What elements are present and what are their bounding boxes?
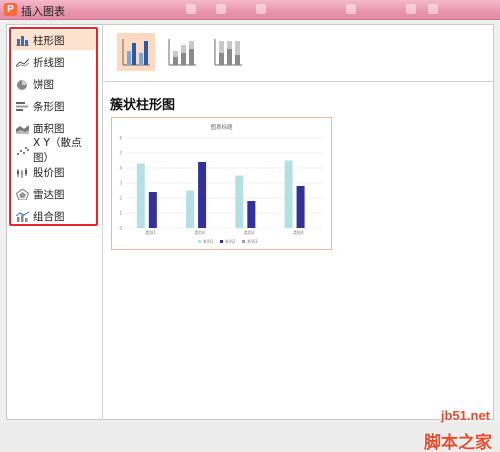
subtype-clustered-column[interactable] [117, 33, 155, 71]
preview-x-tick-label: 类别3 [244, 229, 255, 235]
preview-bar [235, 175, 244, 228]
preview-y-tick-label: 6 [119, 136, 122, 141]
watermark-site: 脚本之家 [424, 433, 492, 452]
scatter-chart-icon [17, 146, 29, 155]
blurred-toolbar-icon [406, 4, 416, 14]
chart-type-list: 柱形图折线图饼图条形图面积图 X Y（散点图） 股价图雷达图组合图 [9, 27, 98, 226]
subtype-heading: 簇状柱形图 [110, 98, 176, 113]
blurred-toolbar-icon [216, 4, 226, 14]
window-title: 插入图表 [21, 5, 65, 18]
app-logo: P [4, 3, 17, 16]
vertical-divider [102, 25, 103, 419]
combo-chart-icon [16, 211, 29, 222]
chart-type-label: 面积图 [33, 122, 65, 135]
preview-legend-label: 系列2 [225, 238, 236, 244]
preview-x-tick-label: 类别4 [293, 229, 304, 235]
preview-bar [284, 160, 293, 228]
preview-y-tick-label: 5 [119, 151, 122, 156]
column-chart-icon [16, 35, 29, 46]
preview-bar [247, 201, 256, 228]
subtype-stacked-column[interactable] [163, 33, 201, 71]
blurred-toolbar-icon [186, 4, 196, 14]
chart-type-item[interactable]: 柱形图 [13, 30, 95, 50]
preview-legend-swatch [220, 240, 223, 243]
chart-type-item[interactable]: 饼图 [13, 74, 95, 94]
chart-type-label: 雷达图 [33, 188, 65, 201]
percent-stacked-column-icon [214, 39, 242, 66]
chart-type-item[interactable]: 条形图 [13, 96, 95, 116]
blurred-toolbar-icon [256, 4, 266, 14]
preview-x-tick-label: 类别2 [195, 229, 206, 235]
preview-bar [148, 192, 157, 228]
horizontal-divider [103, 81, 494, 82]
insert-chart-dialog: 柱形图折线图饼图条形图面积图 X Y（散点图） 股价图雷达图组合图 [6, 24, 494, 420]
chart-type-label: 折线图 [33, 56, 65, 69]
pie-chart-icon [17, 79, 27, 90]
radar-chart-icon [16, 188, 29, 200]
line-chart-icon [16, 58, 29, 67]
watermark-url: jb51.net [440, 408, 490, 423]
preview-y-tick-label: 3 [119, 181, 122, 186]
chart-type-item[interactable]: 股价图 [13, 162, 95, 182]
preview-chart-svg: 图表标题 0 1 2 3 4 5 6 类别1 类别2 类别3 类别4 系列1 系列2 系列3 [119, 123, 323, 244]
preview-legend-swatch [242, 240, 245, 243]
stock-chart-icon [17, 167, 27, 178]
chart-type-label: 柱形图 [33, 34, 65, 47]
preview-bar [186, 190, 195, 228]
stacked-column-icon [168, 39, 196, 66]
chart-type-label: 组合图 [33, 210, 65, 223]
preview-legend-label: 系列3 [247, 238, 258, 244]
clustered-column-icon [122, 39, 150, 66]
title-bar: P 插入图表 [0, 0, 500, 20]
preview-y-tick-label: 1 [119, 211, 122, 216]
preview-bar [296, 186, 305, 228]
chart-type-item[interactable]: 折线图 [13, 52, 95, 72]
chart-type-label: 条形图 [33, 100, 65, 113]
preview-bar [136, 163, 145, 228]
chart-type-label: X Y（散点图） [33, 137, 82, 164]
chart-type-item[interactable]: X Y（散点图） [13, 137, 95, 164]
bar-chart-icon [16, 101, 28, 111]
preview-legend-label: 系列1 [203, 238, 214, 244]
blurred-toolbar-icon [346, 4, 356, 14]
blurred-toolbar-icon [428, 4, 438, 14]
chart-type-label: 饼图 [33, 78, 54, 91]
subtype-percent-stacked-column[interactable] [209, 33, 247, 71]
chart-preview[interactable]: 图表标题 0 1 2 3 4 5 6 类别1 类别2 类别3 类别4 系列1 系列2 系列3 [111, 117, 332, 250]
preview-x-tick-label: 类别1 [145, 229, 156, 235]
preview-chart-title: 图表标题 [210, 123, 233, 131]
preview-y-tick-label: 0 [119, 226, 122, 231]
area-chart-icon [16, 124, 29, 134]
chart-type-label: 股价图 [33, 166, 65, 179]
preview-y-tick-label: 2 [119, 196, 122, 201]
chart-type-item[interactable]: 雷达图 [13, 184, 95, 204]
preview-bar [198, 162, 207, 228]
preview-legend-swatch [198, 240, 201, 243]
chart-type-item[interactable]: 组合图 [13, 206, 95, 226]
preview-y-tick-label: 4 [119, 166, 122, 171]
